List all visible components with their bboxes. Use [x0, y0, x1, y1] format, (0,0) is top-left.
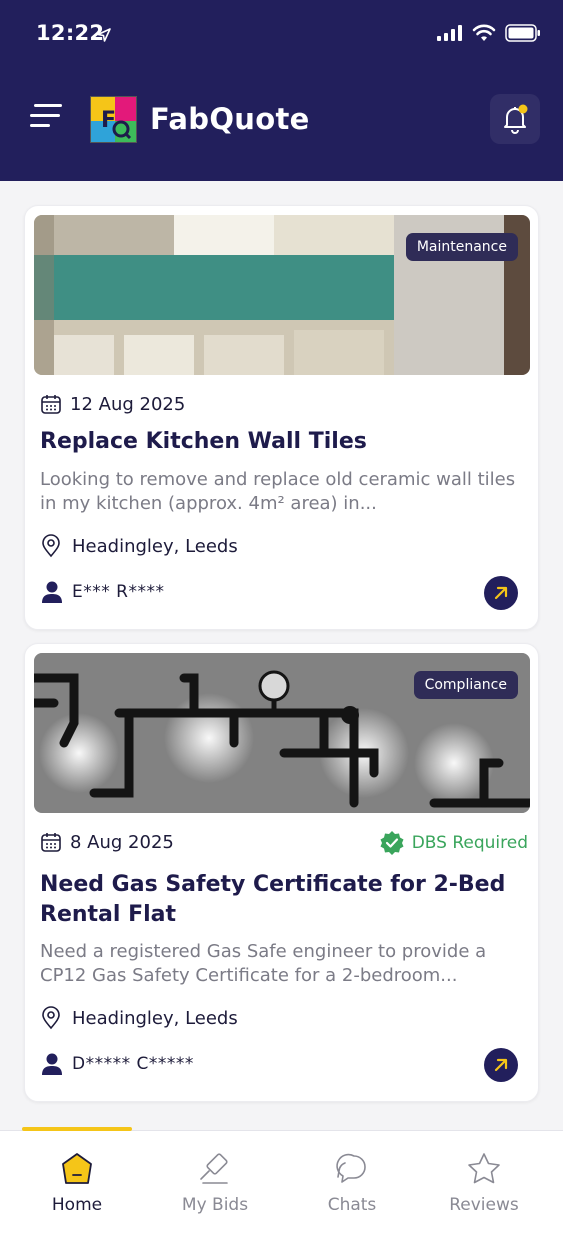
- open-job-button[interactable]: [484, 576, 518, 610]
- bottom-nav: Home My Bids Chats Reviews: [0, 1127, 563, 1235]
- gavel-icon: [200, 1153, 228, 1184]
- user-icon: [42, 1053, 62, 1075]
- status-icons: [437, 24, 541, 42]
- nav-chats[interactable]: Chats: [282, 1131, 422, 1235]
- signal-icon: [437, 25, 462, 41]
- map-pin-icon: [42, 1006, 60, 1030]
- job-description: Need a registered Gas Safe engineer to p…: [40, 941, 487, 986]
- nav-chats-label: Chats: [327, 1195, 377, 1215]
- app-logo: F: [90, 96, 137, 143]
- job-card[interactable]: Maintenance 12 Aug 2025 Replace Kitchen …: [24, 205, 539, 630]
- job-user-name: E*** R****: [72, 582, 165, 602]
- location-arrow-icon: [97, 28, 111, 42]
- star-icon: [468, 1153, 500, 1184]
- dbs-required-badge: DBS Required: [379, 830, 528, 856]
- job-date-text: 8 Aug 2025: [70, 831, 174, 853]
- verified-badge-icon: [380, 831, 404, 855]
- job-category-tag: Maintenance: [405, 233, 518, 261]
- notifications-button[interactable]: [490, 94, 540, 144]
- job-card[interactable]: Compliance 8 Aug 2025 DBS Required Need …: [24, 643, 539, 1102]
- nav-home-label: Home: [51, 1195, 103, 1215]
- map-pin-icon: [42, 534, 60, 558]
- calendar-icon: [41, 395, 61, 414]
- nav-my-bids[interactable]: My Bids: [145, 1131, 285, 1235]
- dbs-required-text: DBS Required: [411, 833, 528, 853]
- job-title[interactable]: Replace Kitchen Wall Tiles: [40, 427, 520, 457]
- bell-icon: [504, 104, 528, 134]
- nav-reviews-label: Reviews: [449, 1195, 519, 1215]
- job-description: Looking to remove and replace old cerami…: [40, 469, 516, 514]
- job-location: Headingley, Leeds: [40, 1006, 238, 1030]
- user-icon: [42, 581, 62, 603]
- app-header: 12:22 F FabQuote: [0, 0, 563, 181]
- job-date: 8 Aug 2025: [40, 831, 174, 853]
- job-location-text: Headingley, Leeds: [72, 1007, 238, 1029]
- arrow-up-right-icon: [494, 1058, 508, 1072]
- calendar-icon: [41, 833, 61, 852]
- job-image-pipes: Compliance: [34, 653, 530, 813]
- wifi-icon: [472, 24, 496, 41]
- nav-home[interactable]: Home: [7, 1131, 147, 1235]
- battery-icon: [505, 24, 540, 42]
- menu-button[interactable]: [28, 100, 64, 132]
- job-user: D***** C*****: [40, 1052, 194, 1076]
- home-icon: [62, 1153, 92, 1184]
- job-image-kitchen: Maintenance: [34, 215, 530, 375]
- arrow-up-right-icon: [494, 586, 508, 600]
- job-title[interactable]: Need Gas Safety Certificate for 2-Bed Re…: [40, 870, 520, 930]
- brand-name: FabQuote: [150, 102, 310, 136]
- job-user-name: D***** C*****: [72, 1054, 194, 1074]
- open-job-button[interactable]: [484, 1048, 518, 1082]
- job-date-text: 12 Aug 2025: [70, 393, 186, 415]
- job-location: Headingley, Leeds: [40, 534, 238, 558]
- nav-reviews[interactable]: Reviews: [414, 1131, 554, 1235]
- job-date: 12 Aug 2025: [40, 393, 185, 415]
- nav-my-bids-label: My Bids: [181, 1195, 249, 1215]
- chat-icon: [336, 1153, 366, 1183]
- job-category-tag: Compliance: [413, 671, 518, 699]
- job-user: E*** R****: [40, 580, 164, 604]
- status-time: 12:22: [36, 21, 105, 45]
- job-location-text: Headingley, Leeds: [72, 535, 238, 557]
- status-bar: 12:22: [0, 0, 563, 70]
